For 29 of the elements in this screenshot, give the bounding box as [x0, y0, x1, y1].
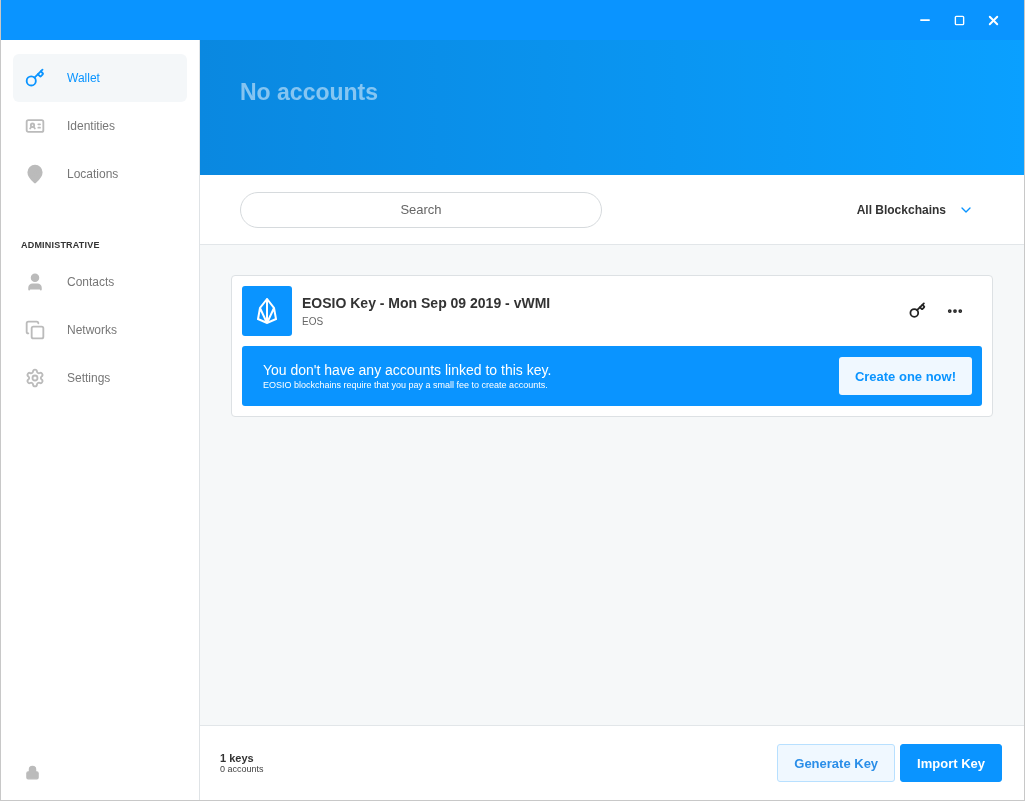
id-card-icon: [25, 116, 45, 136]
sidebar-item[interactable]: Locations: [13, 150, 187, 198]
squares-icon: [25, 320, 45, 340]
search-field[interactable]: Search: [240, 191, 602, 228]
key-icon: [25, 68, 45, 88]
sidebar-item[interactable]: Identities: [13, 102, 187, 150]
generate-key-button[interactable]: Generate Key: [777, 744, 896, 782]
accounts-count: 0 accounts: [220, 764, 264, 774]
sidebar-item[interactable]: Settings: [13, 354, 187, 402]
key-chain: EOS: [302, 316, 325, 327]
sidebar-item[interactable]: Wallet: [13, 54, 187, 102]
maximize-icon: [953, 14, 965, 26]
header-title: No accounts: [240, 79, 379, 106]
settings-icon: [25, 368, 45, 388]
map-pin-icon: [25, 164, 45, 184]
import-key-button[interactable]: Import Key: [900, 744, 1002, 782]
lock-icon[interactable]: [25, 765, 40, 780]
section-title: ADMINISTRATIVE: [21, 240, 101, 250]
sidebar-item[interactable]: Networks: [13, 306, 187, 354]
user-icon: [25, 272, 45, 292]
logo-icon: [242, 286, 292, 336]
keys-count: 1 keys: [220, 752, 255, 764]
create-account-button[interactable]: Create one now!: [838, 357, 972, 395]
key-title: EOSIO Key - Mon Sep 09 2019 - vWMI: [302, 295, 551, 311]
notice-text: You don't have any accounts linked to this key.: [263, 362, 552, 378]
blockchain-filter[interactable]: All Blockchains: [850, 200, 980, 219]
key-icon[interactable]: [909, 302, 926, 320]
notice-detail: EOSIO blockchains require that you pay a small fee to create accounts.: [263, 380, 549, 390]
sidebar-item[interactable]: Contacts: [13, 258, 187, 306]
